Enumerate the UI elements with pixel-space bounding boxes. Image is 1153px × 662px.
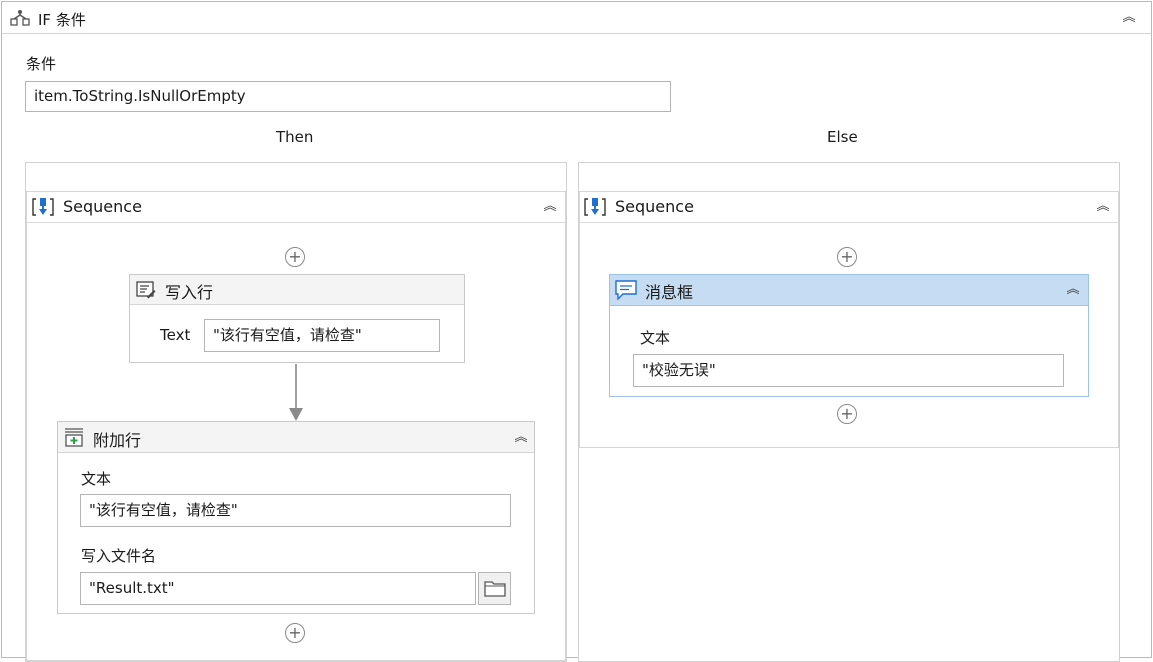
append-line-file-input[interactable]: "Result.txt" bbox=[80, 572, 476, 605]
folder-icon bbox=[484, 580, 506, 597]
sequence-icon bbox=[32, 196, 54, 218]
browse-file-button[interactable] bbox=[478, 572, 511, 605]
collapse-if-button[interactable]: ︽ bbox=[1120, 9, 1138, 27]
then-label: Then bbox=[276, 128, 314, 146]
message-box-text-label: 文本 bbox=[640, 329, 671, 347]
if-activity-title: IF 条件 bbox=[38, 11, 86, 29]
else-sequence-header[interactable]: Sequence ︽ bbox=[580, 192, 1118, 223]
connector-arrow bbox=[289, 364, 303, 421]
else-sequence-title: Sequence bbox=[615, 197, 694, 216]
add-activity-button[interactable]: + bbox=[837, 404, 857, 424]
write-line-text-label: Text bbox=[160, 326, 191, 344]
write-line-icon bbox=[136, 280, 156, 300]
sequence-icon bbox=[584, 196, 606, 218]
if-activity-header[interactable]: IF 条件 ︽ bbox=[2, 2, 1151, 34]
write-line-header[interactable]: 写入行 bbox=[130, 275, 464, 305]
message-box-header[interactable]: 消息框 ︽ bbox=[610, 275, 1088, 306]
write-line-title: 写入行 bbox=[165, 283, 214, 302]
append-line-file-label: 写入文件名 bbox=[81, 547, 157, 565]
if-condition-icon bbox=[10, 9, 30, 27]
add-activity-button[interactable]: + bbox=[285, 247, 305, 267]
append-line-text-label: 文本 bbox=[81, 470, 112, 488]
append-line-icon bbox=[63, 426, 85, 448]
collapse-append-line-button[interactable]: ︽ bbox=[512, 429, 530, 447]
condition-label: 条件 bbox=[26, 55, 57, 73]
then-sequence-title: Sequence bbox=[63, 197, 142, 216]
write-line-text-input[interactable]: "该行有空值，请检查" bbox=[204, 319, 440, 352]
append-line-text-input[interactable]: "该行有空值，请检查" bbox=[80, 494, 511, 527]
else-label: Else bbox=[827, 128, 858, 146]
add-activity-button[interactable]: + bbox=[285, 623, 305, 643]
collapse-else-sequence-button[interactable]: ︽ bbox=[1094, 198, 1112, 216]
collapse-then-sequence-button[interactable]: ︽ bbox=[541, 198, 559, 216]
add-activity-button[interactable]: + bbox=[837, 247, 857, 267]
then-sequence-header[interactable]: Sequence ︽ bbox=[27, 192, 565, 223]
message-box-text-input[interactable]: "校验无误" bbox=[633, 354, 1064, 387]
append-line-title: 附加行 bbox=[93, 431, 142, 450]
condition-input[interactable]: item.ToString.IsNullOrEmpty bbox=[25, 81, 671, 112]
append-line-header[interactable]: 附加行 ︽ bbox=[58, 422, 534, 453]
message-box-title: 消息框 bbox=[645, 283, 694, 302]
message-box-icon bbox=[615, 280, 637, 300]
collapse-message-box-button[interactable]: ︽ bbox=[1064, 281, 1082, 299]
